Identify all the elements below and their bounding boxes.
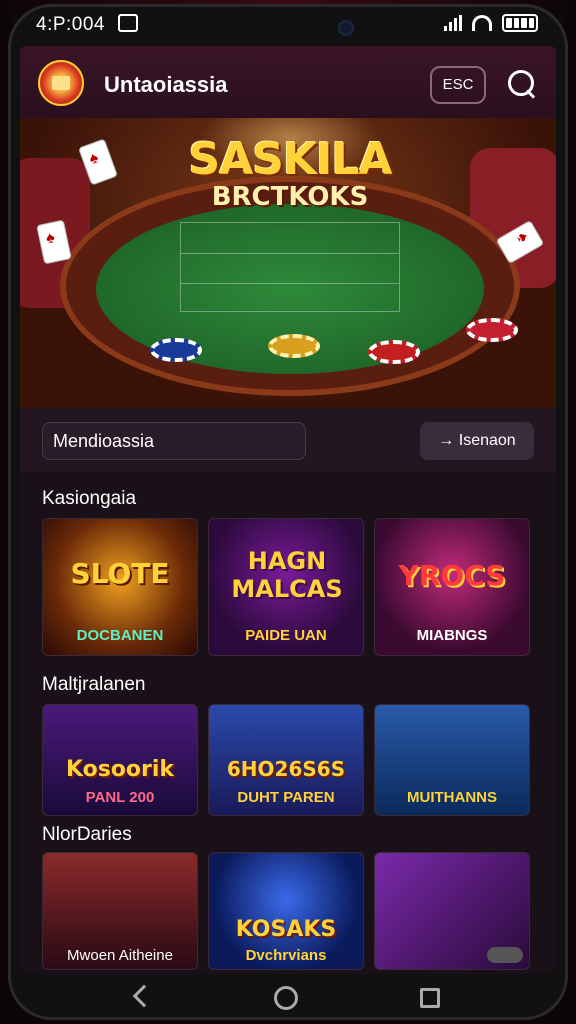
front-camera (338, 20, 354, 36)
signal-icon (444, 15, 462, 31)
game-tile[interactable]: KOSAKS Dvchrvians (208, 852, 364, 970)
sim-icon (118, 14, 138, 32)
game-tile[interactable] (374, 852, 530, 970)
game-tile-subtitle: Dvchrvians (245, 947, 327, 964)
section-title: NlorDaries (42, 824, 132, 845)
game-tile[interactable]: Kosoorik PANL 200 (42, 704, 198, 816)
header-button[interactable]: ESC (430, 66, 486, 104)
promo-bar: Mendioassia → Isenaon (20, 408, 556, 472)
game-tile[interactable]: SLOTE DOCBANEN (42, 518, 198, 656)
system-nav-bar (20, 974, 556, 1022)
chip-blue (150, 338, 202, 362)
section-title: Kasiongaia (42, 488, 137, 509)
hero-subtitle: BRCTKOKS (211, 182, 369, 212)
home-icon[interactable] (274, 986, 298, 1010)
game-tile-subtitle: PANL 200 (85, 789, 155, 806)
app-header: Untaoiassia ESC (20, 46, 556, 118)
game-tile-title: HAGN MALCAS (231, 547, 343, 603)
promo-input[interactable]: Mendioassia (42, 422, 306, 460)
promo-button[interactable]: → Isenaon (420, 422, 534, 460)
device: 4:P:004 Untaoiassia ESC SASKILA BRCTKOKS (0, 0, 576, 1024)
game-tile-title: YROCS (398, 559, 506, 592)
game-tile[interactable]: 6HO26S6S DUHT PAREN (208, 704, 364, 816)
wifi-icon (472, 15, 492, 31)
game-tile[interactable]: YROCS MIABNGS (374, 518, 530, 656)
game-tile-subtitle: MIABNGS (416, 627, 488, 644)
game-tile-subtitle: DUHT PAREN (237, 789, 335, 806)
status-time: 4:P:004 (36, 14, 105, 35)
game-tile[interactable]: Mwoen Aitheine (42, 852, 198, 970)
game-tile-title: SLOTE (70, 557, 170, 590)
toggle-icon[interactable] (487, 947, 523, 963)
chip-red-2 (466, 318, 518, 342)
game-tile-subtitle: DOCBANEN (76, 627, 164, 644)
game-tile-subtitle: Mwoen Aitheine (67, 947, 173, 964)
game-tile-title: KOSAKS (235, 917, 337, 942)
section-title: Maltjralanen (42, 674, 146, 695)
chip-red (368, 340, 420, 364)
hero-banner[interactable]: SASKILA BRCTKOKS (20, 118, 556, 408)
app-title: Untaoiassia (104, 72, 228, 97)
back-icon[interactable] (132, 984, 156, 1008)
battery-icon (502, 14, 538, 32)
search-icon[interactable] (506, 68, 536, 100)
recent-apps-icon[interactable] (420, 988, 440, 1008)
game-tile-title: 6HO26S6S (226, 757, 346, 781)
chip-gold (268, 334, 320, 358)
game-tile[interactable]: MUITHANNS (374, 704, 530, 816)
game-tile-subtitle: MUITHANNS (407, 789, 497, 806)
status-icons (444, 14, 538, 32)
game-tile-subtitle: PAIDE UAN (245, 627, 327, 644)
game-tile-title: Kosoorik (65, 757, 175, 782)
app-screen: Untaoiassia ESC SASKILA BRCTKOKS Mendioa… (20, 46, 556, 974)
hero-title: SASKILA (188, 134, 393, 185)
game-tile[interactable]: HAGN MALCAS PAIDE UAN (208, 518, 364, 656)
betting-grid (180, 222, 400, 312)
casino-logo-icon[interactable] (38, 60, 84, 106)
status-bar: 4:P:004 (22, 10, 554, 38)
